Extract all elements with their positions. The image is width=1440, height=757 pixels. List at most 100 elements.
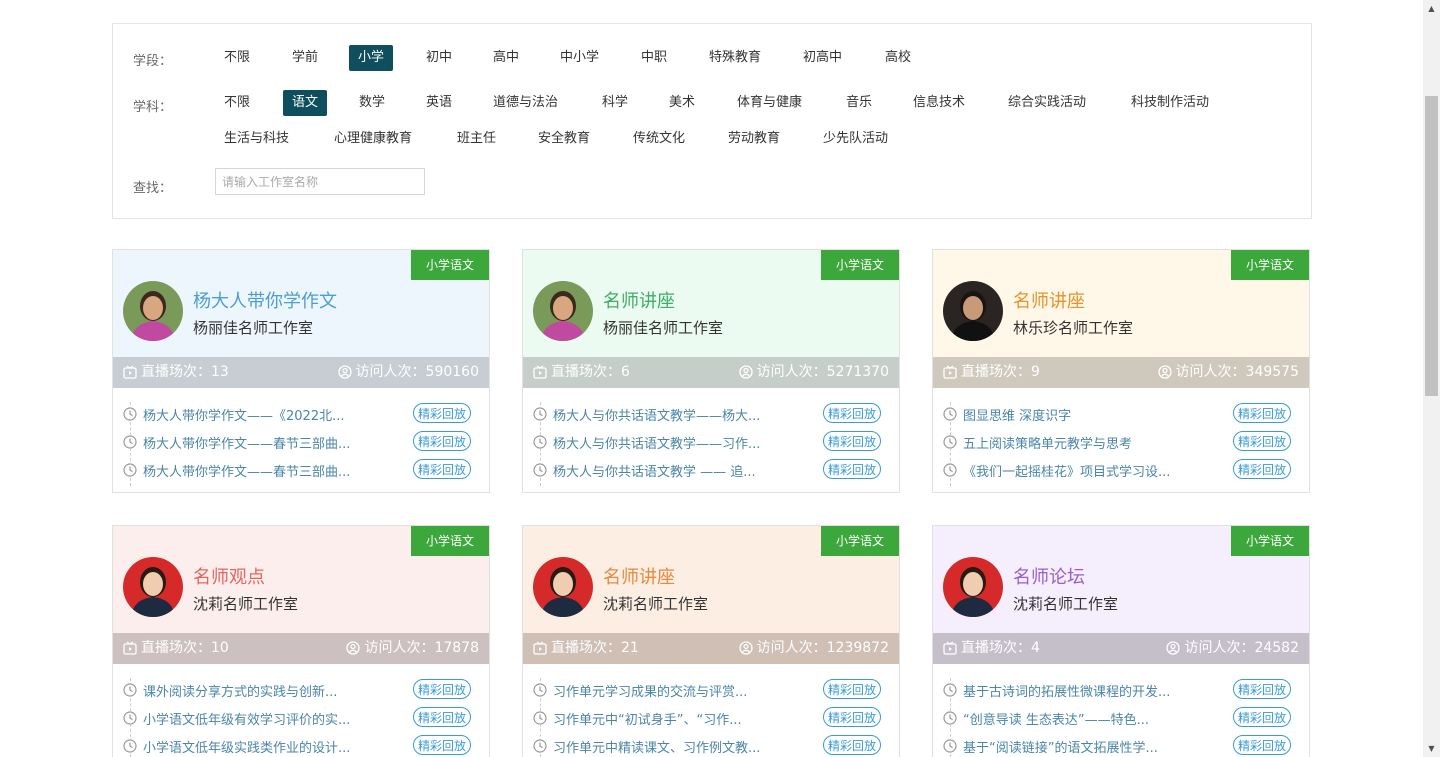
replay-list-item[interactable]: 课外阅读分享方式的实践与创新... 精彩回放: [123, 678, 481, 702]
replay-item-title[interactable]: 基于古诗词的拓展性微课程的开发...: [963, 681, 1170, 700]
replay-list-item[interactable]: 杨大人带你学作文——《2022北... 精彩回放: [123, 402, 481, 426]
replay-list-item[interactable]: 杨大人带你学作文——春节三部曲... 精彩回放: [123, 430, 481, 454]
stage-option-senior[interactable]: 高中: [484, 45, 528, 71]
studio-name[interactable]: 沈莉名师工作室: [193, 593, 298, 614]
replay-list-item[interactable]: 习作单元中“初试身手”、“习作... 精彩回放: [533, 706, 891, 730]
replay-item-title[interactable]: 习作单元中“初试身手”、“习作...: [553, 709, 742, 728]
stage-option-junior[interactable]: 初中: [417, 45, 461, 71]
stage-option-preschool[interactable]: 学前: [283, 45, 327, 71]
card-title[interactable]: 杨大人带你学作文: [193, 287, 337, 313]
studio-name[interactable]: 沈莉名师工作室: [1013, 593, 1118, 614]
replay-button[interactable]: 精彩回放: [1233, 459, 1291, 479]
card-title[interactable]: 名师讲座: [603, 563, 675, 589]
subject-option-traditional-culture[interactable]: 传统文化: [624, 126, 694, 152]
subject-option-class-teacher[interactable]: 班主任: [448, 126, 505, 152]
replay-list-item[interactable]: “创意导读 生态表达”——特色... 精彩回放: [943, 706, 1301, 730]
replay-button[interactable]: 精彩回放: [823, 707, 881, 727]
replay-button[interactable]: 精彩回放: [1233, 431, 1291, 451]
replay-item-title[interactable]: 杨大人带你学作文——春节三部曲...: [143, 461, 350, 480]
stage-option-any[interactable]: 不限: [215, 45, 259, 71]
replay-item-title[interactable]: 基于“阅读链接”的语文拓展性学...: [963, 737, 1158, 756]
replay-button[interactable]: 精彩回放: [823, 459, 881, 479]
replay-item-title[interactable]: 杨大人与你共话语文教学 —— 追...: [553, 461, 756, 480]
replay-button[interactable]: 精彩回放: [823, 679, 881, 699]
replay-button[interactable]: 精彩回放: [823, 403, 881, 423]
subject-option-young-pioneers[interactable]: 少先队活动: [814, 126, 897, 152]
subject-option-tech-making[interactable]: 科技制作活动: [1122, 90, 1218, 116]
replay-list-item[interactable]: 《我们一起摇桂花》项目式学习设... 精彩回放: [943, 458, 1301, 482]
replay-button[interactable]: 精彩回放: [1233, 679, 1291, 699]
replay-item-title[interactable]: 图显思维 深度识字: [963, 405, 1071, 424]
subject-option-science[interactable]: 科学: [593, 90, 637, 116]
scroll-thumb[interactable]: [1425, 96, 1438, 396]
studio-name[interactable]: 林乐珍名师工作室: [1013, 317, 1133, 338]
replay-button[interactable]: 精彩回放: [1233, 707, 1291, 727]
card-title[interactable]: 名师观点: [193, 563, 265, 589]
replay-item-title[interactable]: 五上阅读策略单元教学与思考: [963, 433, 1132, 452]
stage-option-vocational[interactable]: 中职: [632, 45, 676, 71]
replay-item-title[interactable]: 小学语文低年级实践类作业的设计...: [143, 737, 350, 756]
studio-card[interactable]: 小学语文 名师观点 沈莉名师工作室 直播场次：10 访问人次：17878 课外阅…: [112, 525, 490, 757]
subject-option-pe-health[interactable]: 体育与健康: [728, 90, 811, 116]
replay-list-item[interactable]: 小学语文低年级有效学习评价的实... 精彩回放: [123, 706, 481, 730]
replay-item-title[interactable]: 习作单元中精读课文、习作例文教...: [553, 737, 760, 756]
replay-item-title[interactable]: 小学语文低年级有效学习评价的实...: [143, 709, 350, 728]
studio-name[interactable]: 杨丽佳名师工作室: [603, 317, 723, 338]
replay-list-item[interactable]: 五上阅读策略单元教学与思考 精彩回放: [943, 430, 1301, 454]
scrollbar[interactable]: ▲ ▼: [1423, 0, 1440, 757]
replay-list-item[interactable]: 杨大人与你共话语文教学 —— 追... 精彩回放: [533, 458, 891, 482]
replay-list-item[interactable]: 基于古诗词的拓展性微课程的开发... 精彩回放: [943, 678, 1301, 702]
card-title[interactable]: 名师讲座: [603, 287, 675, 313]
stage-option-k12[interactable]: 中小学: [551, 45, 608, 71]
subject-option-chinese[interactable]: 语文: [283, 90, 328, 116]
replay-item-title[interactable]: 杨大人带你学作文——春节三部曲...: [143, 433, 350, 452]
subject-option-art[interactable]: 美术: [660, 90, 704, 116]
replay-list-item[interactable]: 图显思维 深度识字 精彩回放: [943, 402, 1301, 426]
studio-card[interactable]: 小学语文 名师讲座 杨丽佳名师工作室 直播场次：6 访问人次：5271370 杨…: [522, 249, 900, 493]
stage-option-primary[interactable]: 小学: [349, 45, 394, 71]
replay-button[interactable]: 精彩回放: [413, 679, 471, 699]
replay-button[interactable]: 精彩回放: [823, 431, 881, 451]
stage-option-college[interactable]: 高校: [876, 45, 920, 71]
replay-button[interactable]: 精彩回放: [413, 403, 471, 423]
replay-item-title[interactable]: 课外阅读分享方式的实践与创新...: [143, 681, 337, 700]
scroll-down-arrow-icon[interactable]: ▼: [1423, 740, 1440, 757]
replay-item-title[interactable]: “创意导读 生态表达”——特色...: [963, 709, 1149, 728]
studio-card[interactable]: 小学语文 名师论坛 沈莉名师工作室 直播场次：4 访问人次：24582 基于古诗…: [932, 525, 1310, 757]
stage-option-middle-high[interactable]: 初高中: [794, 45, 851, 71]
studio-name[interactable]: 杨丽佳名师工作室: [193, 317, 313, 338]
replay-list-item[interactable]: 杨大人与你共话语文教学——习作... 精彩回放: [533, 430, 891, 454]
studio-name[interactable]: 沈莉名师工作室: [603, 593, 708, 614]
replay-button[interactable]: 精彩回放: [1233, 735, 1291, 755]
replay-list-item[interactable]: 小学语文低年级实践类作业的设计... 精彩回放: [123, 734, 481, 757]
subject-option-music[interactable]: 音乐: [837, 90, 881, 116]
replay-item-title[interactable]: 杨大人带你学作文——《2022北...: [143, 405, 344, 424]
replay-button[interactable]: 精彩回放: [1233, 403, 1291, 423]
replay-list-item[interactable]: 习作单元学习成果的交流与评赏... 精彩回放: [533, 678, 891, 702]
studio-card[interactable]: 小学语文 名师讲座 沈莉名师工作室 直播场次：21 访问人次：1239872 习…: [522, 525, 900, 757]
replay-button[interactable]: 精彩回放: [413, 707, 471, 727]
subject-option-math[interactable]: 数学: [350, 90, 394, 116]
replay-list-item[interactable]: 习作单元中精读课文、习作例文教... 精彩回放: [533, 734, 891, 757]
studio-card[interactable]: 小学语文 名师讲座 林乐珍名师工作室 直播场次：9 访问人次：349575 图显…: [932, 249, 1310, 493]
replay-list-item[interactable]: 杨大人带你学作文——春节三部曲... 精彩回放: [123, 458, 481, 482]
subject-option-labor[interactable]: 劳动教育: [719, 126, 789, 152]
subject-option-safety[interactable]: 安全教育: [529, 126, 599, 152]
subject-option-mental-health[interactable]: 心理健康教育: [325, 126, 421, 152]
replay-button[interactable]: 精彩回放: [413, 459, 471, 479]
replay-item-title[interactable]: 《我们一起摇桂花》项目式学习设...: [963, 461, 1170, 480]
subject-option-practice[interactable]: 综合实践活动: [999, 90, 1095, 116]
search-input[interactable]: [215, 168, 425, 195]
stage-option-special-ed[interactable]: 特殊教育: [700, 45, 770, 71]
replay-list-item[interactable]: 基于“阅读链接”的语文拓展性学... 精彩回放: [943, 734, 1301, 757]
replay-list-item[interactable]: 杨大人与你共话语文教学——杨大... 精彩回放: [533, 402, 891, 426]
card-title[interactable]: 名师论坛: [1013, 563, 1085, 589]
replay-button[interactable]: 精彩回放: [413, 431, 471, 451]
studio-card[interactable]: 小学语文 杨大人带你学作文 杨丽佳名师工作室 直播场次：13 访问人次：5901…: [112, 249, 490, 493]
subject-option-any[interactable]: 不限: [215, 90, 259, 116]
subject-option-morality-law[interactable]: 道德与法治: [484, 90, 567, 116]
card-title[interactable]: 名师讲座: [1013, 287, 1085, 313]
replay-item-title[interactable]: 杨大人与你共话语文教学——习作...: [553, 433, 760, 452]
replay-button[interactable]: 精彩回放: [823, 735, 881, 755]
subject-option-english[interactable]: 英语: [417, 90, 461, 116]
